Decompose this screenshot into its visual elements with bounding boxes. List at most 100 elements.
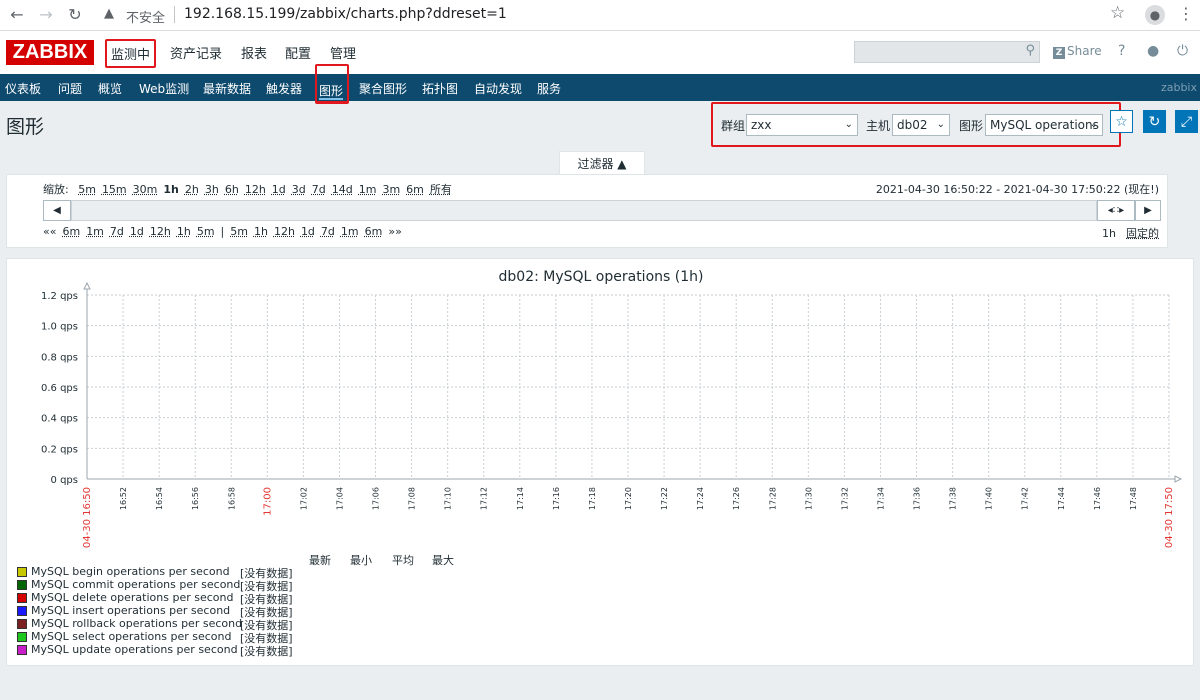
zoom-option-1[interactable]: 15m xyxy=(102,183,127,196)
back-arrow-icon[interactable]: ← xyxy=(6,4,28,26)
zoom-option-6[interactable]: 6h xyxy=(225,183,239,196)
zoom-option-7[interactable]: 12h xyxy=(245,183,266,196)
subnav-graphs[interactable]: 图形 xyxy=(315,64,349,104)
slider-handle[interactable]: ◂∷▸ xyxy=(1097,200,1135,221)
zoom-option-2[interactable]: 30m xyxy=(133,183,158,196)
reload-icon[interactable]: ↻ xyxy=(64,4,86,26)
graph-label: 图形 xyxy=(959,119,984,133)
help-icon[interactable]: ? xyxy=(1118,43,1125,59)
zabbix-logo[interactable]: ZABBIX xyxy=(6,40,94,65)
legend-item: MySQL rollback operations per second xyxy=(17,617,242,630)
zoom-option-15[interactable]: 所有 xyxy=(430,183,452,196)
shift-back-0[interactable]: 6m xyxy=(62,225,80,238)
time-slider[interactable] xyxy=(71,200,1097,221)
host-select[interactable]: db02 ⌄ xyxy=(892,114,950,136)
shift-back-5[interactable]: 1h xyxy=(177,225,191,238)
legend-header-max: 最大 xyxy=(432,554,454,567)
subnav-latest-data[interactable]: 最新数据 xyxy=(203,80,251,97)
x-tick-label: 17:36 xyxy=(913,487,922,510)
zoom-option-13[interactable]: 3m xyxy=(382,183,400,196)
time-filter-panel: 缩放: 5m 15m 30m 1h 2h 3h 6h 12h 1d 3d 7d 14d 1m 3m 6m 所有… xyxy=(6,174,1168,248)
sign-out-icon[interactable]: ⏻ xyxy=(1177,43,1188,59)
menu-reports[interactable]: 报表 xyxy=(241,43,267,62)
zoom-label: 缩放: xyxy=(43,183,69,196)
fullscreen-button[interactable]: ⤢ xyxy=(1175,110,1198,133)
address-bar[interactable]: 192.168.15.199/zabbix/charts.php?ddreset… xyxy=(184,6,507,22)
x-end-label: 04-30 17:50 xyxy=(1164,487,1175,548)
fixed-toggle[interactable]: 固定的 xyxy=(1126,227,1159,240)
time-range[interactable]: 2021-04-30 16:50:22 - 2021-04-30 17:50:2… xyxy=(876,181,1159,197)
global-search-input[interactable]: ⚲ xyxy=(854,41,1040,63)
scroll-left-button[interactable]: ◀ xyxy=(43,200,71,221)
subnav-services[interactable]: 服务 xyxy=(537,80,561,97)
search-icon[interactable]: ⚲ xyxy=(1025,43,1035,58)
x-tick-label: 16:52 xyxy=(119,487,128,510)
shift-forward-5[interactable]: 1m xyxy=(341,225,359,238)
zoom-option-3[interactable]: 1h xyxy=(163,183,179,196)
shift-forward-1[interactable]: 1h xyxy=(254,225,268,238)
subnav-dashboard[interactable]: 仪表板 xyxy=(5,80,41,97)
share-button[interactable]: Z Share xyxy=(1053,44,1102,59)
favorite-star-button[interactable]: ☆ xyxy=(1110,110,1133,133)
x-tick-label: 17:14 xyxy=(516,487,525,510)
subnav-triggers[interactable]: 触发器 xyxy=(266,80,302,97)
scroll-right-button[interactable]: ▶ xyxy=(1135,200,1161,221)
insecure-label: 不安全 xyxy=(126,11,166,26)
shift-forward-3[interactable]: 1d xyxy=(301,225,315,238)
legend-swatch xyxy=(17,619,27,629)
filter-tab[interactable]: 过滤器 ▲ xyxy=(559,151,645,175)
x-tick-label: 17:16 xyxy=(552,487,561,510)
graph-panel: db02: MySQL operations (1h) 0 qps 0.2 qps… xyxy=(6,258,1194,666)
shift-forward-2[interactable]: 12h xyxy=(274,225,295,238)
menu-administration[interactable]: 管理 xyxy=(330,43,356,62)
x-tick-label: 17:06 xyxy=(372,487,381,510)
shift-back-6[interactable]: 5m xyxy=(197,225,215,238)
profile-avatar-icon[interactable]: ● xyxy=(1145,5,1165,25)
bookmark-star-icon[interactable]: ☆ xyxy=(1110,3,1125,23)
graph-select[interactable]: MySQL operations ⌄ xyxy=(985,114,1103,136)
shift-back-2[interactable]: 7d xyxy=(110,225,124,238)
zoom-option-5[interactable]: 3h xyxy=(205,183,219,196)
x-start-label: 04-30 16:50 xyxy=(82,487,93,548)
menu-inventory[interactable]: 资产记录 xyxy=(170,43,222,62)
shift-forward-4[interactable]: 7d xyxy=(321,225,335,238)
chevron-down-icon: ⌄ xyxy=(1089,119,1098,130)
zoom-option-12[interactable]: 1m xyxy=(359,183,377,196)
shift-back-4[interactable]: 12h xyxy=(150,225,171,238)
subnav-problems[interactable]: 问题 xyxy=(58,80,82,97)
x-tick-label: 17:22 xyxy=(660,487,669,510)
shift-back-3[interactable]: 1d xyxy=(130,225,144,238)
subnav-graphs-label: 图形 xyxy=(319,84,344,100)
zoom-option-10[interactable]: 7d xyxy=(312,183,326,196)
shift-divider: | xyxy=(220,225,225,238)
shift-forward-0[interactable]: 5m xyxy=(230,225,248,238)
legend-swatch xyxy=(17,567,27,577)
subnav-discovery[interactable]: 自动发现 xyxy=(474,80,522,97)
subnav-web[interactable]: Web监测 xyxy=(139,80,189,97)
subnav-overview[interactable]: 概览 xyxy=(98,80,122,97)
zoom-option-9[interactable]: 3d xyxy=(292,183,306,196)
forward-arrow-icon[interactable]: → xyxy=(35,4,57,26)
subnav-maps[interactable]: 拓扑图 xyxy=(422,80,458,97)
refresh-button[interactable]: ↻ xyxy=(1143,110,1166,133)
menu-configuration[interactable]: 配置 xyxy=(285,43,311,62)
period-value: 1h xyxy=(1102,227,1116,240)
legend-item: MySQL delete operations per second xyxy=(17,591,233,604)
user-profile-icon[interactable]: ● xyxy=(1147,43,1159,59)
menu-monitoring[interactable]: 监测中 xyxy=(105,39,157,68)
shift-back-1[interactable]: 1m xyxy=(86,225,104,238)
zoom-option-11[interactable]: 14d xyxy=(332,183,353,196)
subnav-screens[interactable]: 聚合图形 xyxy=(359,80,407,97)
legend-swatch xyxy=(17,632,27,642)
zoom-option-4[interactable]: 2h xyxy=(185,183,199,196)
group-select[interactable]: zxx ⌄ xyxy=(746,114,858,136)
x-tick-label: 17:10 xyxy=(444,487,453,510)
zoom-option-8[interactable]: 1d xyxy=(272,183,286,196)
page-title: 图形 xyxy=(6,116,45,138)
zoom-option-0[interactable]: 5m xyxy=(78,183,96,196)
zoom-option-14[interactable]: 6m xyxy=(406,183,424,196)
shift-forward-6[interactable]: 6m xyxy=(365,225,383,238)
legend-series-name: MySQL begin operations per second xyxy=(31,565,230,578)
x-tick-label: 16:54 xyxy=(155,487,164,510)
browser-menu-icon[interactable]: ⋮ xyxy=(1178,4,1194,23)
